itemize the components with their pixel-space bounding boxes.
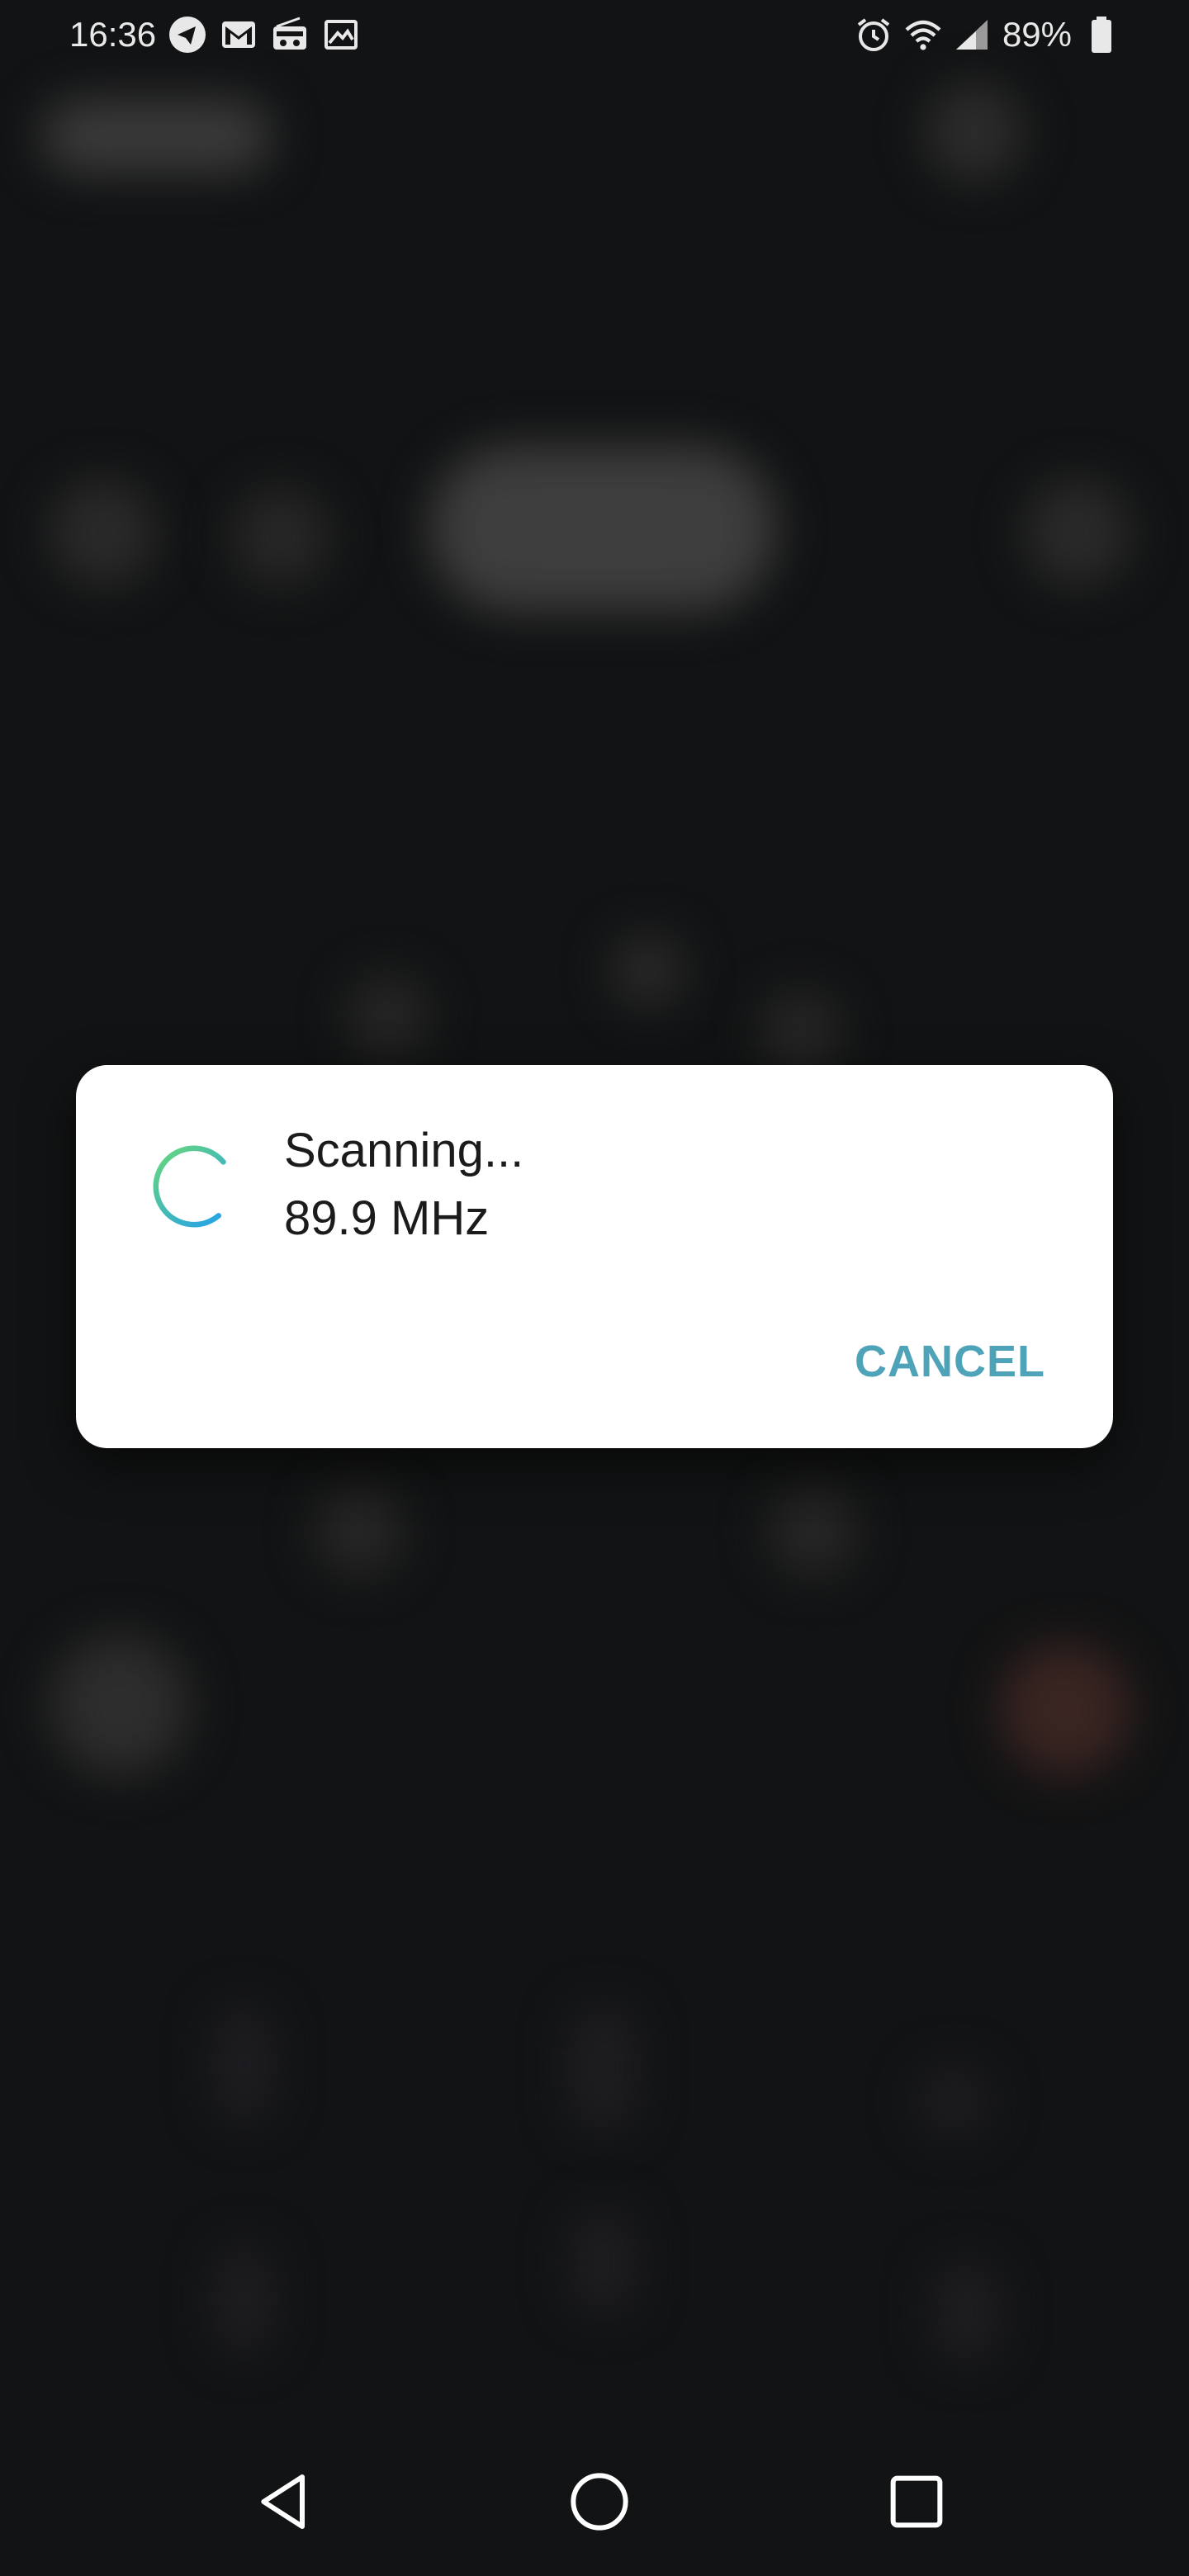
gmail-icon <box>219 15 258 54</box>
status-time: 16:36 <box>69 15 157 54</box>
radio-icon <box>270 15 310 54</box>
recents-button[interactable] <box>859 2444 974 2559</box>
loading-spinner-icon <box>149 1141 239 1232</box>
status-bar: 16:36 89% <box>0 0 1189 79</box>
home-icon <box>571 2473 628 2531</box>
scan-frequency: 89.9 MHz <box>284 1191 490 1245</box>
back-icon <box>261 2474 305 2529</box>
alarm-icon <box>854 15 893 54</box>
battery-icon <box>1082 15 1121 54</box>
telegram-icon <box>168 15 207 54</box>
wifi-icon <box>903 15 943 54</box>
signal-icon <box>953 15 992 54</box>
scanning-dialog: Scanning... 89.9 MHz CANCEL <box>76 1065 1113 1448</box>
battery-percent: 89% <box>1002 15 1072 54</box>
cancel-button[interactable]: CANCEL <box>855 1328 1045 1395</box>
back-button[interactable] <box>228 2444 343 2559</box>
dialog-title: Scanning... <box>284 1124 524 1177</box>
gallery-icon <box>321 15 361 54</box>
navigation-bar <box>0 2444 1189 2576</box>
recents-icon <box>890 2475 943 2528</box>
home-button[interactable] <box>542 2444 657 2559</box>
